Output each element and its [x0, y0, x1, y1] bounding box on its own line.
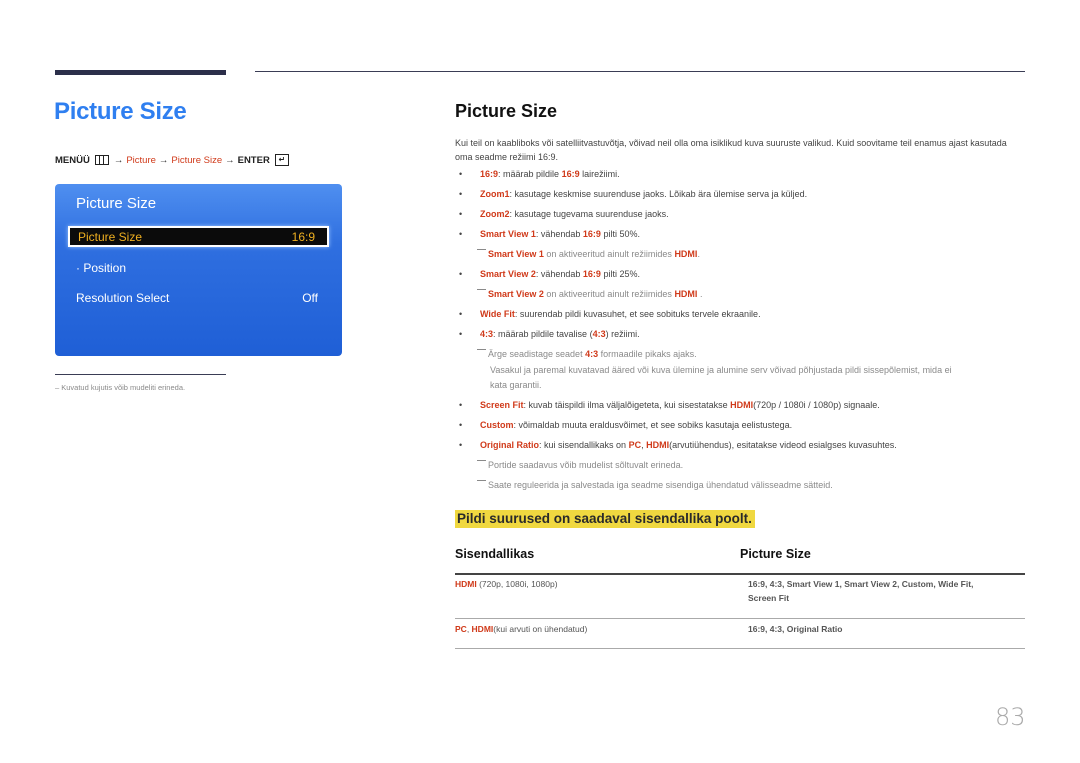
- enter-icon: ↵: [274, 154, 289, 166]
- note: Ärge seadistage seadet 4:3 formaadile pi…: [477, 349, 697, 359]
- header-bar-thin: [255, 71, 1025, 72]
- menu-grid-icon: [94, 155, 109, 165]
- osd-title: Picture Size: [76, 195, 157, 212]
- breadcrumb-arrow: →: [113, 154, 124, 166]
- osd-item-resolution-value: Off: [302, 291, 318, 305]
- osd-item-label: Picture Size: [78, 230, 143, 244]
- table-cell-sizes: 16:9, 4:3, Smart View 1, Smart View 2, C…: [748, 579, 974, 603]
- table-header-divider: [455, 573, 1025, 575]
- table-header-picture-size: Picture Size: [740, 547, 811, 561]
- osd-item-picture-size[interactable]: Picture Size 16:9: [68, 226, 329, 247]
- header-bar-thick: [55, 70, 226, 75]
- osd-item-position[interactable]: · Position: [76, 261, 126, 275]
- osd-item-value: 16:9: [291, 230, 315, 244]
- table-cell-sizes: 16:9, 4:3, Original Ratio: [748, 624, 843, 634]
- breadcrumb-picture-size: Picture Size: [171, 154, 223, 166]
- table-cell-source: HDMI (720p, 1080i, 1080p): [455, 579, 558, 589]
- table-row-divider: [455, 618, 1025, 619]
- osd-menu-screenshot: Picture Size Picture Size 16:9 · Positio…: [55, 184, 342, 356]
- section-title: Picture Size: [455, 101, 558, 121]
- intro-paragraph: Kui teil on kaabliboks või satelliitvast…: [455, 138, 1007, 162]
- note-continuation: kata garantii.: [490, 380, 542, 390]
- note-continuation: Vasakul ja paremal kuvatavad ääred või k…: [490, 365, 952, 375]
- page-title: Picture Size: [54, 98, 187, 125]
- breadcrumb-picture: Picture: [126, 154, 156, 166]
- breadcrumb-arrow: →: [225, 154, 235, 166]
- breadcrumb-menu: MENÜÜ: [55, 154, 90, 166]
- footnote-divider: [55, 374, 226, 375]
- footnote: – Kuvatud kujutis võib mudeliti erineda.: [55, 383, 186, 392]
- table-cell-source: PC, HDMI(kui arvuti on ühendatud): [455, 624, 588, 634]
- note: Smart View 2 on aktiveeritud ainult reži…: [477, 289, 702, 299]
- breadcrumb: MENÜÜ → Picture → Picture Size → ENTER ↵: [55, 154, 289, 166]
- table-row-divider: [455, 648, 1025, 649]
- breadcrumb-enter: ENTER: [237, 154, 270, 166]
- osd-item-resolution-select[interactable]: Resolution Select: [76, 291, 169, 305]
- note: Saate reguleerida ja salvestada iga sead…: [477, 480, 833, 490]
- breadcrumb-arrow: →: [158, 154, 169, 166]
- page-number: 83: [995, 703, 1026, 731]
- note: Portide saadavus võib mudelist sõltuvalt…: [477, 460, 683, 470]
- table-header-source: Sisendallikas: [455, 547, 535, 561]
- note: Smart View 1 on aktiveeritud ainult reži…: [477, 249, 700, 259]
- section-heading-highlighted: Pildi suurused on saadaval sisendallika …: [455, 510, 755, 528]
